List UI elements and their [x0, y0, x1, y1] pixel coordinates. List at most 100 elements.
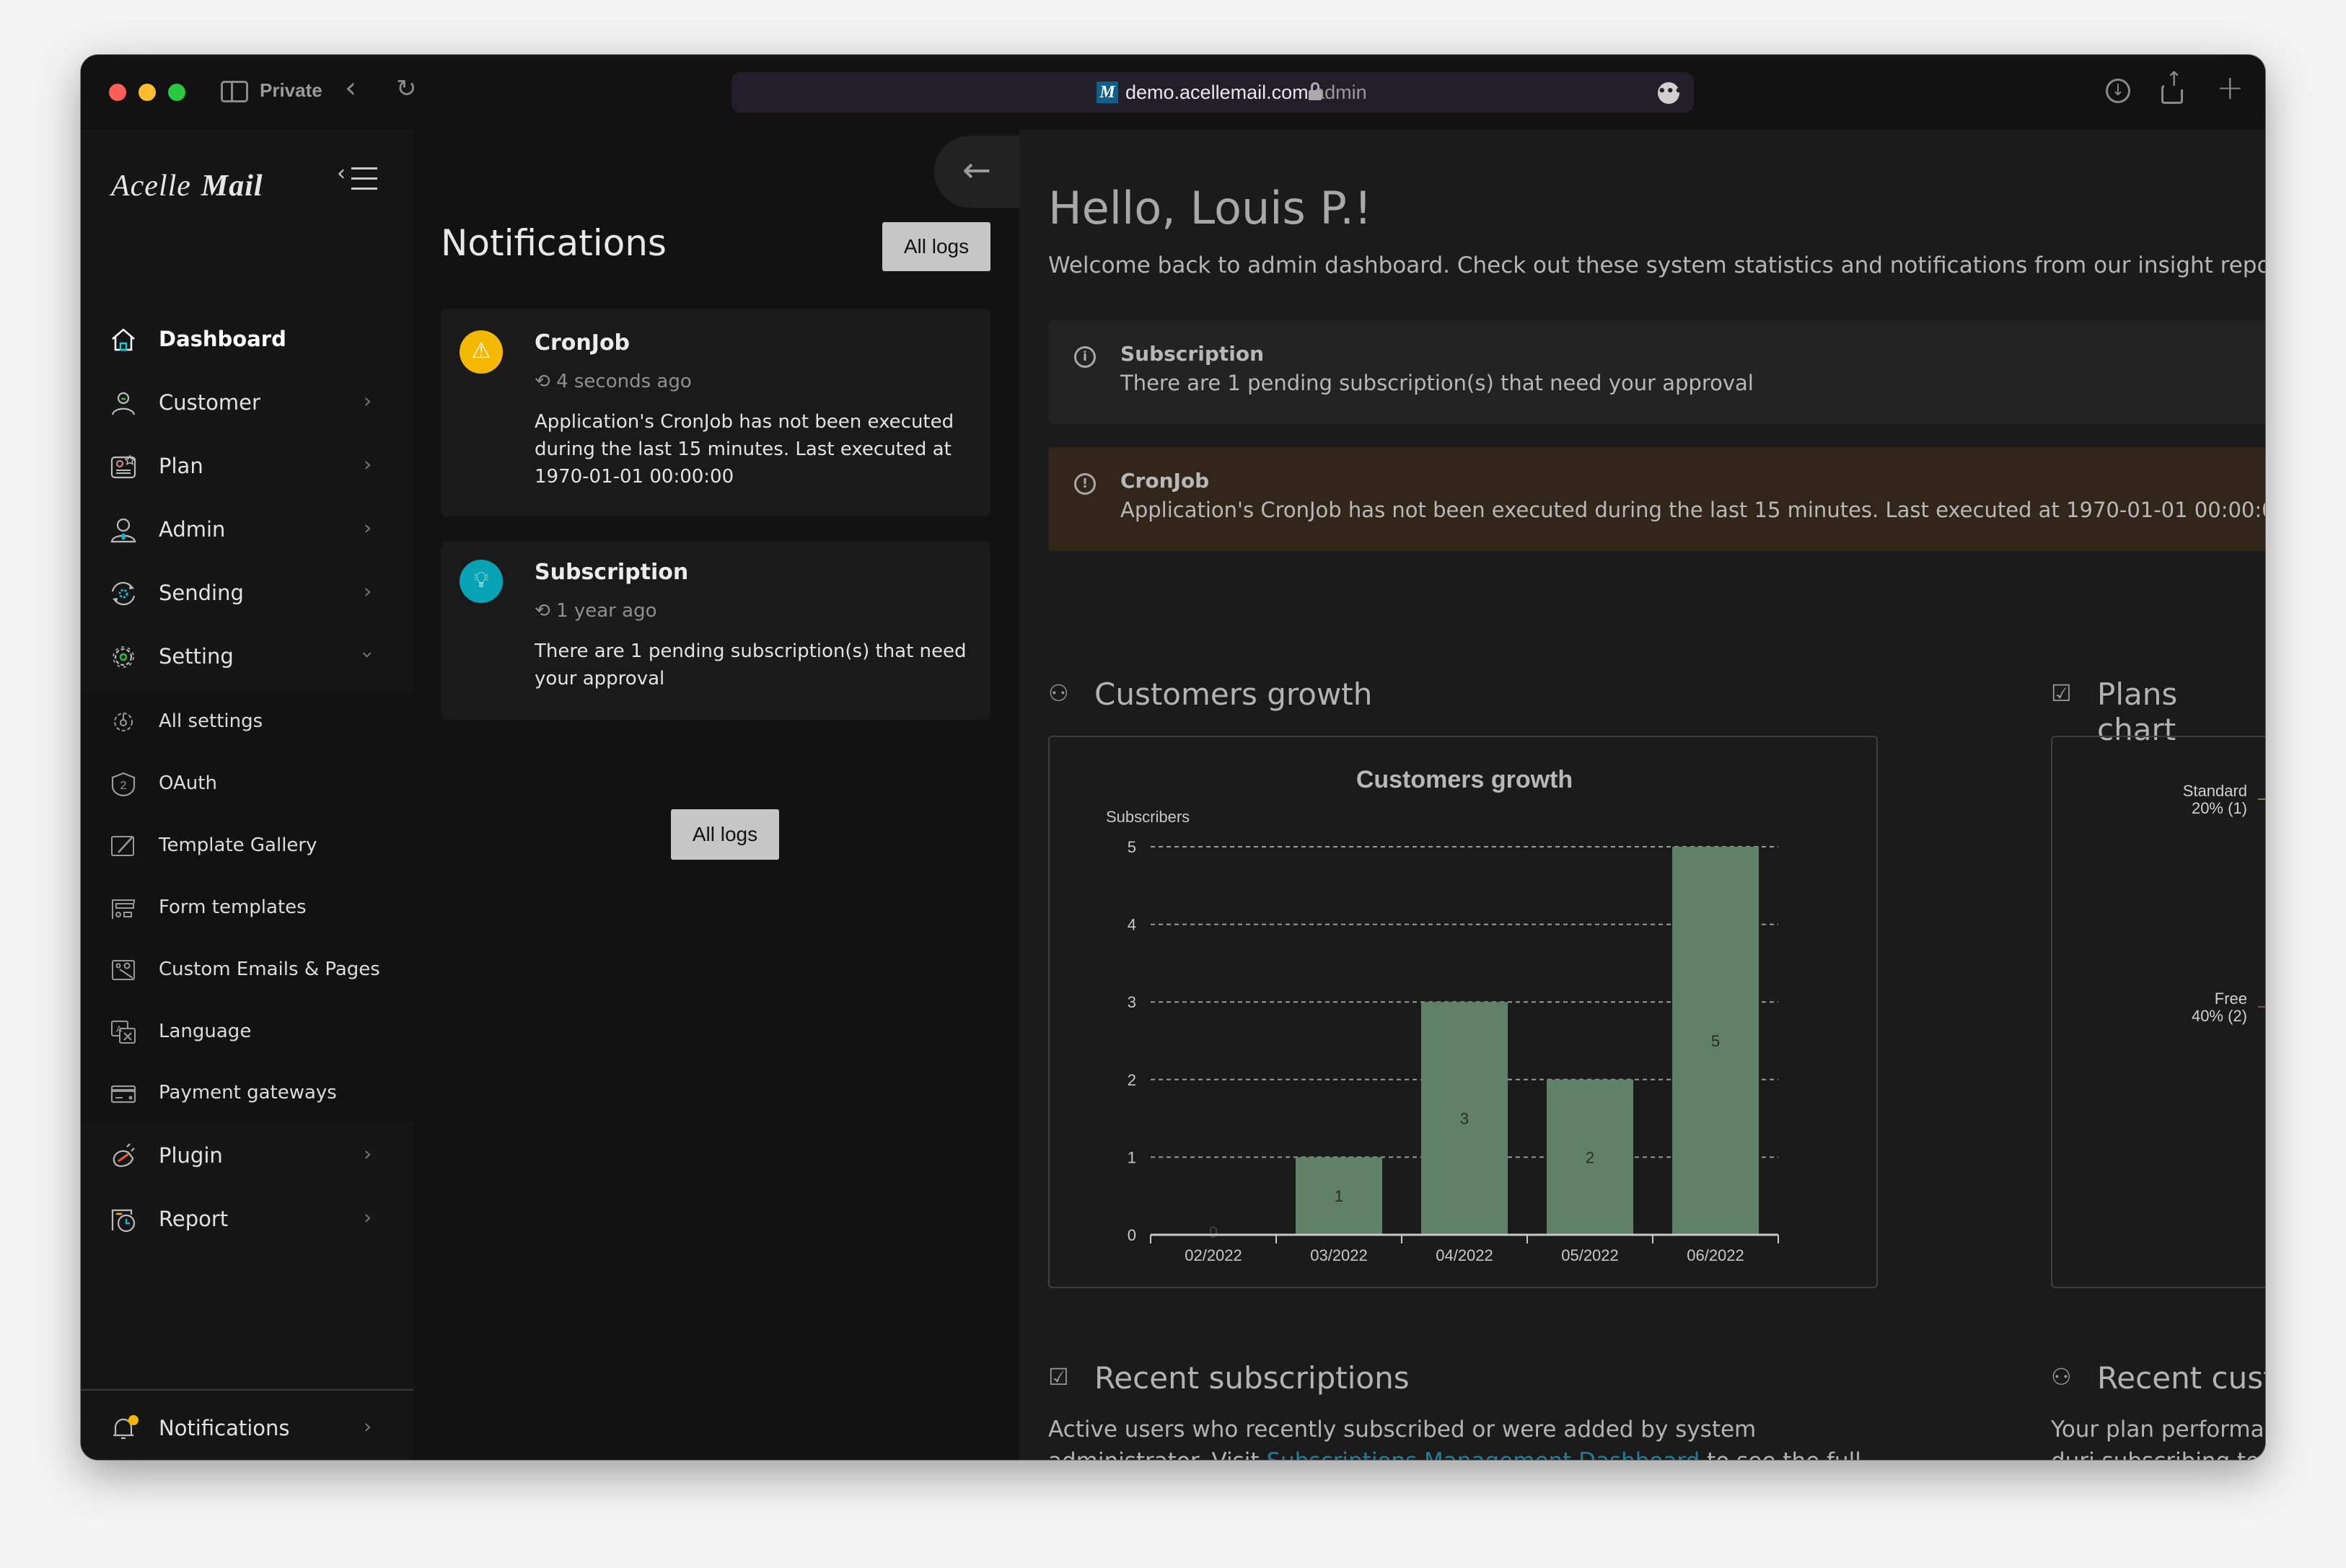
notifications-title: Notifications	[441, 222, 667, 264]
sidebar-item-notifications[interactable]: Notifications ›	[81, 1399, 413, 1457]
users-icon: ⚇	[1048, 679, 1069, 707]
info-icon: i	[1074, 346, 1096, 368]
notification-card[interactable]: 💡︎ Subscription ⟲ 1 year ago There are 1…	[441, 541, 990, 720]
custom-pages-icon	[112, 960, 135, 980]
bar-data-label: 5	[1711, 1032, 1720, 1050]
close-panel-arrow-icon[interactable]: ←	[934, 136, 1019, 208]
chevron-right-icon: ›	[364, 579, 372, 603]
bar-data-label: 0	[1209, 1223, 1218, 1241]
notifications-panel: ← Notifications All logs ⚠ CronJob ⟲ 4 s…	[413, 130, 1019, 1460]
url-text: demo.acellemail.com/admin	[1125, 82, 1367, 103]
main-content: Hello, Louis P.! Welcome back to admin d…	[1019, 130, 2265, 1460]
pie-label-value: 20% (1)	[2192, 799, 2247, 817]
sidebar-item-admin[interactable]: Admin ›	[81, 501, 413, 558]
address-bar[interactable]: M demo.acellemail.com/admin •••	[732, 72, 1694, 113]
zoom-window-button[interactable]	[168, 84, 185, 101]
chevron-right-icon: ›	[364, 1142, 372, 1166]
bar-data-label: 1	[1335, 1187, 1343, 1205]
pie-label: Free	[2215, 990, 2247, 1008]
form-icon	[112, 899, 135, 919]
download-icon[interactable]: ↓	[2106, 79, 2130, 103]
subscriptions-dashboard-link[interactable]: Subscriptions Management Dashboard	[1266, 1448, 1700, 1460]
translate-icon: A	[111, 1021, 136, 1044]
x-tick-label: 06/2022	[1687, 1246, 1744, 1264]
sidebar-item-template-gallery[interactable]: Template Gallery	[81, 816, 413, 874]
plan-card-icon	[110, 454, 136, 479]
exclamation-icon: !	[1074, 473, 1096, 495]
history-icon: ⟲	[535, 600, 557, 622]
sidebar-item-language[interactable]: A Language	[81, 1003, 413, 1060]
x-tick-label: 05/2022	[1561, 1246, 1619, 1264]
plug-icon	[113, 1143, 135, 1167]
shield-2fa-icon: 2	[111, 772, 136, 797]
y-tick-label: 5	[1128, 838, 1136, 856]
settings-icon	[114, 713, 133, 731]
sidebar-toggle-icon[interactable]	[221, 81, 248, 102]
notification-dot	[128, 1415, 139, 1425]
all-logs-button-bottom[interactable]: All logs	[671, 809, 779, 860]
sidebar-item-custom-emails-pages[interactable]: Custom Emails & Pages	[81, 941, 413, 998]
back-arrow-icon[interactable]: ‹	[345, 74, 356, 102]
gear-icon	[113, 646, 134, 668]
collapse-sidebar-icon[interactable]: ‹	[337, 163, 379, 192]
setting-submenu: All settings 2 OAuth Template Gallery Fo…	[81, 692, 413, 1067]
sidebar-item-setting[interactable]: Setting ›	[81, 627, 413, 685]
plans-chart: Standard 20% (1) Free 40% (2)	[2051, 736, 2265, 1288]
minimize-window-button[interactable]	[139, 84, 156, 101]
customers-growth-heading: Customers growth	[1094, 677, 1373, 712]
clipboard-check-icon: ☑	[2051, 679, 2072, 707]
credit-card-icon	[110, 1085, 136, 1104]
history-icon: ⟲	[535, 371, 557, 392]
sidebar-item-all-settings[interactable]: All settings	[81, 692, 413, 750]
clipboard-check-icon: ☑	[1048, 1363, 1069, 1391]
site-favicon: M	[1097, 82, 1118, 103]
recent-subscriptions-description: Active users who recently subscribed or …	[1048, 1414, 1885, 1460]
recent-customers-heading: Recent customer	[2097, 1360, 2265, 1396]
sidebar-item-sending[interactable]: Sending ›	[81, 564, 413, 622]
more-options-icon[interactable]: •••	[1658, 82, 1683, 104]
browser-window: Private ‹ ↻ M demo.acellemail.com/admin …	[81, 55, 2265, 1460]
sidebar-item-form-templates[interactable]: Form templates	[81, 878, 413, 936]
warning-triangle-icon: ⚠	[460, 330, 503, 374]
chevron-right-icon: ›	[364, 452, 372, 476]
sidebar-item-plugin[interactable]: Plugin ›	[81, 1127, 413, 1184]
y-tick-label: 4	[1128, 916, 1136, 934]
sidebar: Acelle Mail ‹ Dashboard Customer › Plan ›…	[81, 130, 413, 1460]
sidebar-item-oauth[interactable]: 2 OAuth	[81, 754, 413, 812]
acellemail-logo[interactable]: Acelle Mail	[111, 169, 263, 203]
chevron-right-icon: ›	[364, 516, 372, 539]
recent-subscriptions-heading: Recent subscriptions	[1094, 1360, 1410, 1396]
sidebar-item-customer[interactable]: Customer ›	[81, 374, 413, 431]
sidebar-item-plan[interactable]: Plan ›	[81, 437, 413, 495]
y-tick-label: 1	[1128, 1148, 1136, 1166]
notification-card[interactable]: ⚠ CronJob ⟲ 4 seconds ago Application's …	[441, 309, 990, 516]
recent-customers-description: Your plan performance duri subscribing t…	[2051, 1417, 2265, 1460]
new-tab-icon[interactable]: +	[2216, 71, 2244, 104]
y-axis-label: Subscribers	[1106, 808, 1190, 826]
pie-label-value: 40% (2)	[2192, 1007, 2247, 1025]
report-icon	[111, 1209, 136, 1233]
sidebar-divider	[81, 1389, 413, 1391]
reload-icon[interactable]: ↻	[396, 76, 417, 101]
x-tick-label: 03/2022	[1310, 1246, 1368, 1264]
greeting-heading: Hello, Louis P.!	[1048, 182, 1372, 234]
all-logs-button[interactable]: All logs	[882, 222, 990, 271]
customers-growth-chart: Customers growth Subscribers 0 1 2 3 4 5 0 02/202…	[1048, 736, 1878, 1288]
pie-chart-svg: Standard20% (1) Free40% (2)	[2183, 782, 2265, 1025]
bar-data-label: 3	[1460, 1110, 1469, 1128]
sending-sync-icon	[111, 581, 136, 606]
welcome-text: Welcome back to admin dashboard. Check o…	[1048, 252, 2265, 278]
admin-icon	[110, 518, 136, 543]
close-window-button[interactable]	[109, 84, 126, 101]
chevron-right-icon: ›	[364, 1414, 372, 1438]
x-tick-label: 04/2022	[1436, 1246, 1493, 1264]
private-label: Private	[260, 79, 322, 101]
share-icon[interactable]: ↑	[2161, 69, 2184, 104]
lightbulb-icon: 💡︎	[460, 560, 503, 603]
sidebar-item-dashboard[interactable]: Dashboard	[81, 310, 413, 368]
sidebar-item-report[interactable]: Report ›	[81, 1190, 413, 1248]
y-tick-label: 0	[1128, 1226, 1136, 1244]
y-tick-label: 2	[1128, 1071, 1136, 1089]
sidebar-item-payment-gateways[interactable]: Payment gateways	[81, 1064, 413, 1122]
lock-icon	[1309, 82, 1322, 101]
